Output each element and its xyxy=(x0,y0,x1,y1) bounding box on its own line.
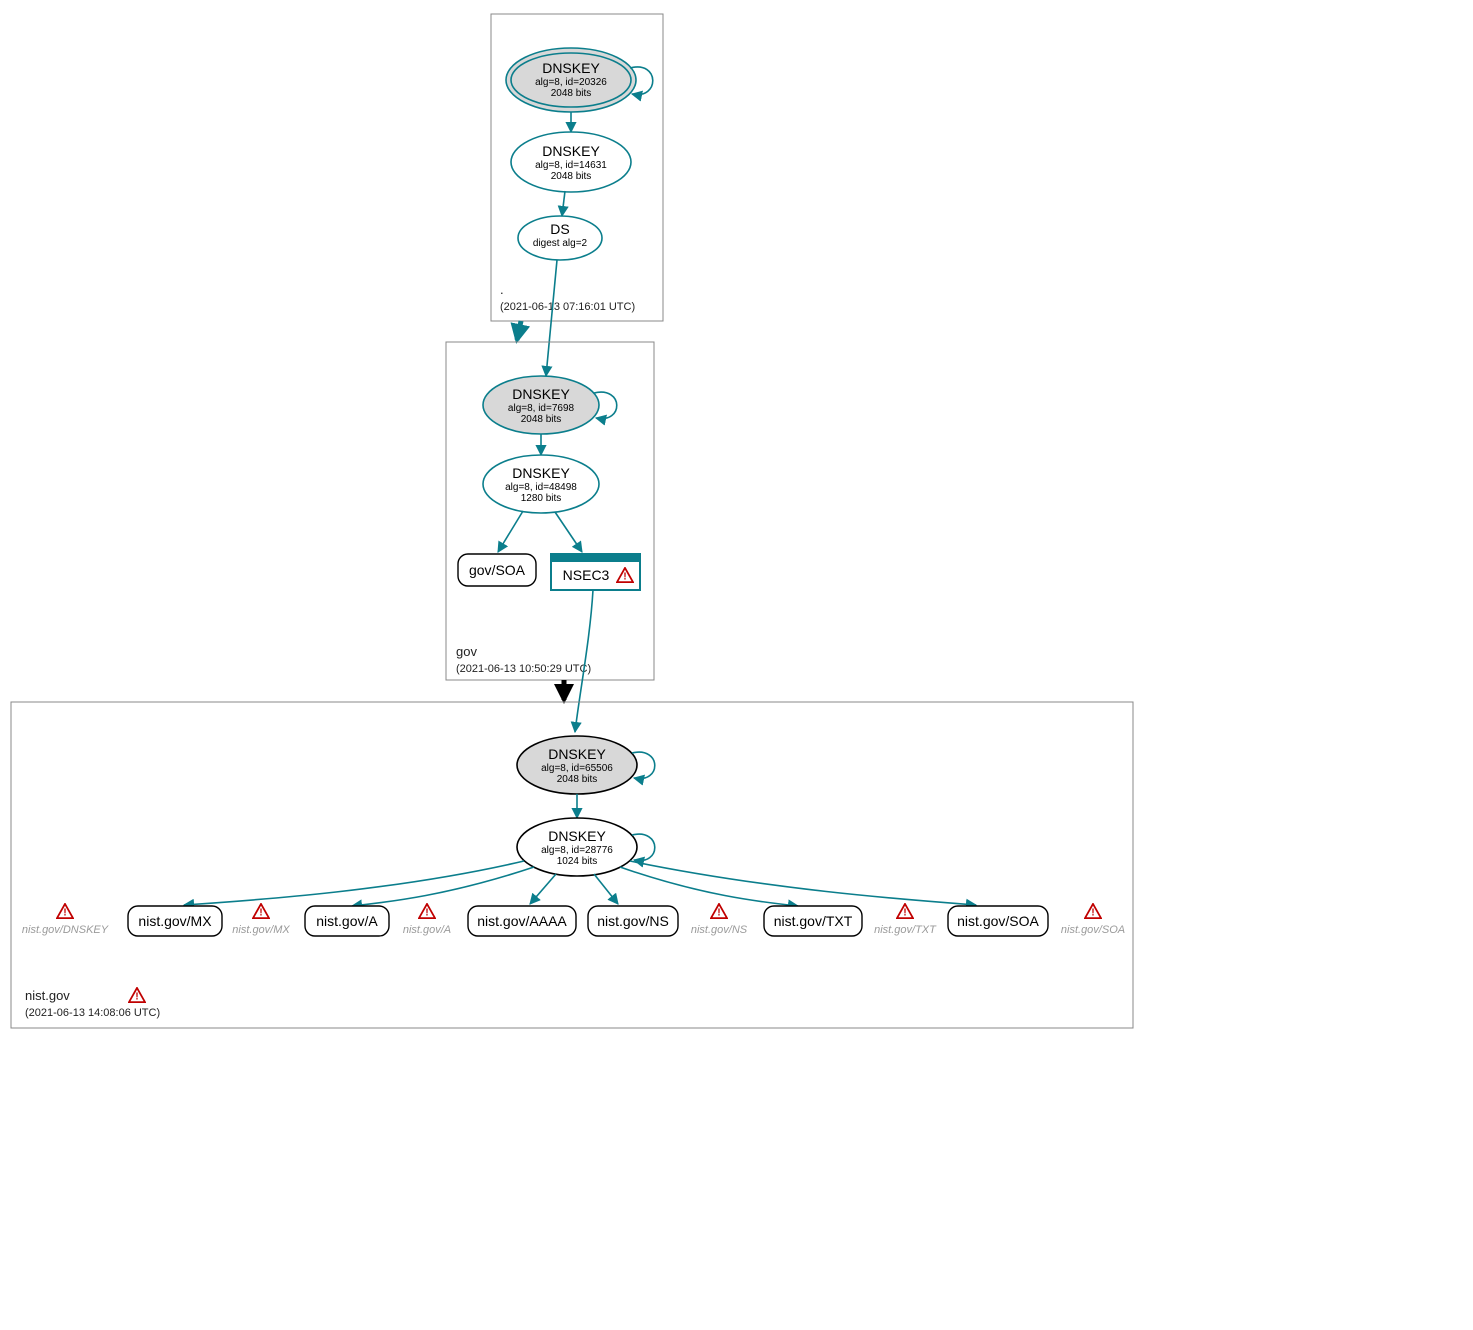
warning-icon xyxy=(253,904,269,919)
zone-gov-name: gov xyxy=(456,644,477,659)
svg-text:DNSKEY: DNSKEY xyxy=(512,386,570,402)
node-gov-soa[interactable]: gov/SOA xyxy=(458,554,536,586)
node-nist-mx[interactable]: nist.gov/MX xyxy=(128,906,222,936)
zone-root: . (2021-06-13 07:16:01 UTC) DNSKEY alg=8… xyxy=(491,14,663,321)
warning-icon xyxy=(419,904,435,919)
edge-gov-zsk-nsec3 xyxy=(555,512,582,552)
zone-nist: nist.gov (2021-06-13 14:08:06 UTC) DNSKE… xyxy=(11,702,1133,1028)
svg-text:1024 bits: 1024 bits xyxy=(557,856,598,867)
zone-nist-name: nist.gov xyxy=(25,988,70,1003)
edge-ds-govksk xyxy=(546,260,557,376)
ghost-nist-soa: nist.gov/SOA xyxy=(1061,904,1125,936)
svg-text:DNSKEY: DNSKEY xyxy=(548,746,606,762)
svg-text:2048 bits: 2048 bits xyxy=(521,414,562,425)
svg-text:2048 bits: 2048 bits xyxy=(557,774,598,785)
svg-text:nist.gov/SOA: nist.gov/SOA xyxy=(957,913,1039,929)
svg-text:2048 bits: 2048 bits xyxy=(551,171,592,182)
node-nist-soa[interactable]: nist.gov/SOA xyxy=(948,906,1048,936)
node-nist-ksk[interactable]: DNSKEY alg=8, id=65506 2048 bits xyxy=(517,736,637,794)
edge-zsk-ns xyxy=(594,874,618,904)
svg-text:NSEC3: NSEC3 xyxy=(563,567,610,583)
ghost-nist-txt: nist.gov/TXT xyxy=(874,904,937,936)
dnssec-graph: ! . (2021-06-13 07:16:01 UTC) DNSKEY alg… xyxy=(0,0,1473,1330)
node-gov-nsec3[interactable]: NSEC3 xyxy=(551,554,640,590)
svg-text:nist.gov/NS: nist.gov/NS xyxy=(691,924,748,936)
node-gov-ksk[interactable]: DNSKEY alg=8, id=7698 2048 bits xyxy=(483,376,599,434)
node-nist-a[interactable]: nist.gov/A xyxy=(305,906,389,936)
svg-text:nist.gov/TXT: nist.gov/TXT xyxy=(774,913,853,929)
svg-text:nist.gov/MX: nist.gov/MX xyxy=(232,924,290,936)
warning-icon xyxy=(897,904,913,919)
svg-text:2048 bits: 2048 bits xyxy=(551,88,592,99)
svg-text:DNSKEY: DNSKEY xyxy=(512,465,570,481)
svg-text:nist.gov/AAAA: nist.gov/AAAA xyxy=(477,913,567,929)
svg-text:nist.gov/SOA: nist.gov/SOA xyxy=(1061,924,1125,936)
svg-text:alg=8, id=48498: alg=8, id=48498 xyxy=(505,482,577,493)
zone-root-ts: (2021-06-13 07:16:01 UTC) xyxy=(500,301,635,313)
ghost-nist-dnskey: nist.gov/DNSKEY xyxy=(22,904,109,936)
svg-text:DNSKEY: DNSKEY xyxy=(542,143,600,159)
svg-text:alg=8, id=65506: alg=8, id=65506 xyxy=(541,763,613,774)
svg-text:nist.gov/A: nist.gov/A xyxy=(316,913,378,929)
zone-nist-ts: (2021-06-13 14:08:06 UTC) xyxy=(25,1007,160,1019)
warning-icon xyxy=(57,904,73,919)
svg-text:nist.gov/A: nist.gov/A xyxy=(403,924,451,936)
edge-root-zsk-ds xyxy=(562,191,565,216)
svg-text:nist.gov/NS: nist.gov/NS xyxy=(597,913,669,929)
node-nist-txt[interactable]: nist.gov/TXT xyxy=(764,906,862,936)
ghost-nist-a: nist.gov/A xyxy=(403,904,451,936)
svg-text:alg=8, id=7698: alg=8, id=7698 xyxy=(508,403,575,414)
edge-zsk-aaaa xyxy=(530,874,556,904)
zone-gov: gov (2021-06-13 10:50:29 UTC) DNSKEY alg… xyxy=(446,342,654,680)
zone-root-name: . xyxy=(500,282,504,297)
edge-nsec3-nist xyxy=(575,590,593,732)
svg-text:DNSKEY: DNSKEY xyxy=(548,828,606,844)
edge-zsk-soa xyxy=(630,861,976,905)
ghost-nist-mx: nist.gov/MX xyxy=(232,904,290,936)
edge-delegation-root-gov xyxy=(517,321,521,340)
svg-text:nist.gov/DNSKEY: nist.gov/DNSKEY xyxy=(22,924,109,936)
svg-text:nist.gov/MX: nist.gov/MX xyxy=(138,913,212,929)
node-root-ksk[interactable]: DNSKEY alg=8, id=20326 2048 bits xyxy=(506,48,636,112)
svg-text:nist.gov/TXT: nist.gov/TXT xyxy=(874,924,937,936)
node-root-ds[interactable]: DS digest alg=2 xyxy=(518,216,602,260)
edge-zsk-mx xyxy=(184,861,524,905)
svg-text:DNSKEY: DNSKEY xyxy=(542,60,600,76)
zone-gov-ts: (2021-06-13 10:50:29 UTC) xyxy=(456,663,591,675)
svg-text:gov/SOA: gov/SOA xyxy=(469,562,526,578)
svg-text:alg=8, id=14631: alg=8, id=14631 xyxy=(535,160,607,171)
ghost-nist-ns: nist.gov/NS xyxy=(691,904,748,936)
edge-gov-zsk-soa xyxy=(498,511,523,552)
edge-zsk-txt xyxy=(620,867,798,906)
warning-icon xyxy=(711,904,727,919)
svg-text:1280 bits: 1280 bits xyxy=(521,493,562,504)
svg-text:alg=8, id=28776: alg=8, id=28776 xyxy=(541,845,613,856)
node-nist-zsk[interactable]: DNSKEY alg=8, id=28776 1024 bits xyxy=(517,818,637,876)
node-root-zsk[interactable]: DNSKEY alg=8, id=14631 2048 bits xyxy=(511,132,631,192)
node-nist-aaaa[interactable]: nist.gov/AAAA xyxy=(468,906,576,936)
svg-text:DS: DS xyxy=(550,221,569,237)
warning-icon xyxy=(1085,904,1101,919)
node-gov-zsk[interactable]: DNSKEY alg=8, id=48498 1280 bits xyxy=(483,455,599,513)
node-nist-ns[interactable]: nist.gov/NS xyxy=(588,906,678,936)
svg-text:digest alg=2: digest alg=2 xyxy=(533,238,588,249)
warning-icon xyxy=(129,988,145,1003)
svg-text:alg=8, id=20326: alg=8, id=20326 xyxy=(535,77,607,88)
